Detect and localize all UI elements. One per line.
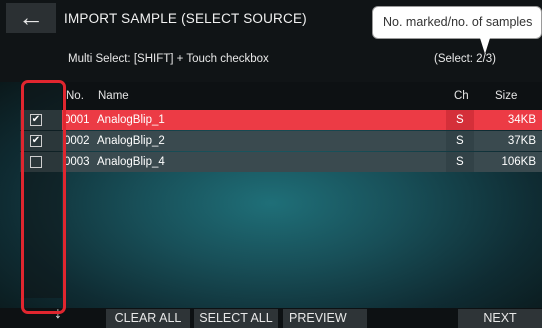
- column-header-size: Size: [495, 90, 518, 102]
- callout-pointer: [480, 38, 490, 54]
- info-bar: Multi Select: [SHIFT] + Touch checkbox (…: [0, 36, 542, 82]
- sample-name: AnalogBlip_4: [97, 156, 165, 168]
- sample-size: 106KB: [501, 156, 536, 168]
- back-button[interactable]: ←: [6, 3, 56, 33]
- annotation-callout: No. marked/no. of samples: [372, 6, 542, 39]
- table-row[interactable]: 0003 AnalogBlip_4 S 106KB: [20, 152, 542, 172]
- sample-name: AnalogBlip_1: [97, 114, 165, 126]
- page-title: IMPORT SAMPLE (SELECT SOURCE): [64, 11, 307, 26]
- multi-select-hint: Multi Select: [SHIFT] + Touch checkbox: [68, 53, 269, 65]
- back-arrow-icon: ←: [18, 2, 44, 32]
- sample-name: AnalogBlip_2: [97, 135, 165, 147]
- sample-size: 37KB: [507, 135, 536, 147]
- column-header-ch: Ch: [454, 90, 469, 102]
- import-sample-screen: ← IMPORT SAMPLE (SELECT SOURCE) Multi Se…: [0, 0, 542, 328]
- next-button[interactable]: NEXT: [458, 309, 542, 328]
- sample-number: 0002: [64, 135, 90, 147]
- sample-channel: S: [456, 135, 464, 147]
- column-header-no: No.: [66, 90, 84, 102]
- select-all-button[interactable]: SELECT ALL: [194, 309, 278, 328]
- sample-channel: S: [456, 156, 464, 168]
- preview-label: PREVIEW: [289, 311, 347, 325]
- sample-size: 34KB: [507, 114, 536, 126]
- table-header: No. Name Ch Size: [62, 82, 542, 110]
- sample-channel: S: [456, 114, 464, 126]
- clear-all-button[interactable]: CLEAR ALL: [106, 309, 190, 328]
- column-header-name: Name: [98, 90, 129, 102]
- sample-number: 0003: [64, 156, 90, 168]
- preview-button[interactable]: PREVIEW: [283, 309, 367, 328]
- sample-number: 0001: [64, 114, 90, 126]
- checkbox-column-highlight: [21, 80, 66, 314]
- table-row[interactable]: ✔ 0001 AnalogBlip_1 S 34KB: [20, 110, 542, 130]
- select-count: (Select: 2/3): [434, 53, 496, 65]
- table-row[interactable]: ✔ 0002 AnalogBlip_2 S 37KB: [20, 131, 542, 151]
